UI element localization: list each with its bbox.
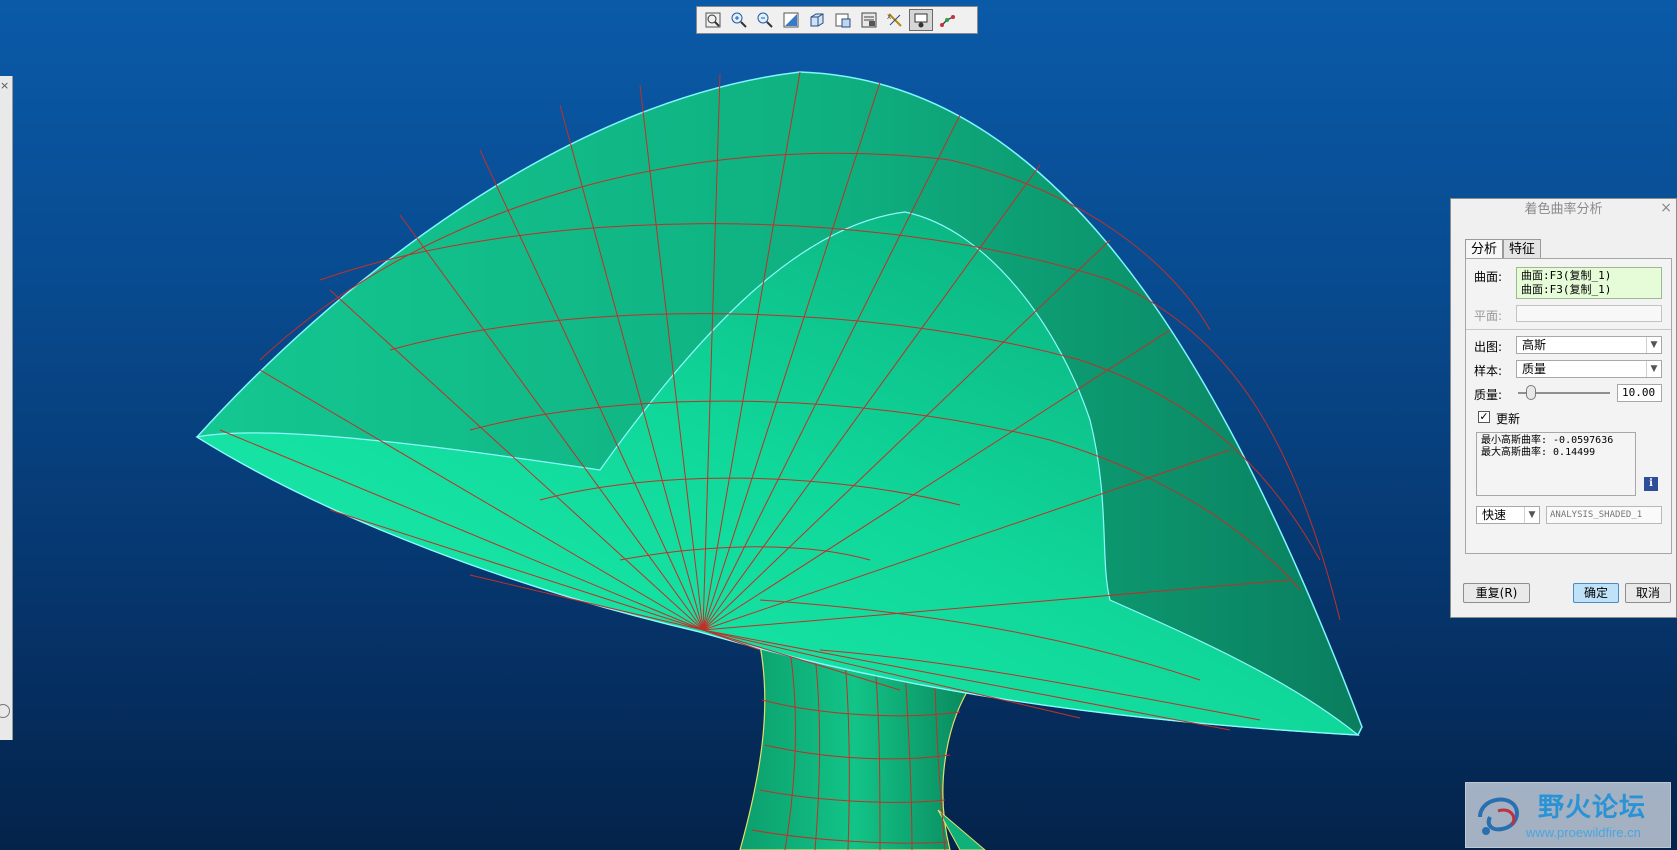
chevron-down-icon: ▼ bbox=[1646, 337, 1661, 353]
model-tree-panel-edge: × bbox=[0, 76, 13, 740]
max-gauss-curvature: 最大高斯曲率: 0.14499 bbox=[1481, 447, 1596, 458]
output-label: 出图: bbox=[1474, 340, 1503, 354]
quality-label: 质量: bbox=[1474, 388, 1503, 402]
speed-select[interactable]: 快速 ▼ bbox=[1476, 506, 1540, 524]
check-icon: ✓ bbox=[1479, 410, 1489, 423]
result-output: 最小高斯曲率: -0.0597636 最大高斯曲率: 0.14499 bbox=[1476, 432, 1636, 496]
zoom-out-icon bbox=[757, 12, 773, 28]
saved-views-button[interactable] bbox=[831, 9, 855, 31]
watermark-url: www.proewildfire.cn bbox=[1526, 825, 1641, 840]
refit-button[interactable] bbox=[701, 9, 725, 31]
plane-collector[interactable] bbox=[1516, 305, 1662, 322]
layers-button[interactable] bbox=[857, 9, 881, 31]
info-icon[interactable]: i bbox=[1644, 477, 1658, 491]
analysis-name-field[interactable]: ANALYSIS_SHADED_1 bbox=[1546, 506, 1662, 524]
spin-center-button[interactable] bbox=[935, 9, 959, 31]
view-orientation-icon bbox=[810, 13, 824, 27]
repaint-button[interactable] bbox=[779, 9, 803, 31]
display-style-icon bbox=[914, 13, 928, 28]
plane-label: 平面: bbox=[1474, 309, 1503, 323]
help-icon[interactable] bbox=[0, 704, 10, 718]
spin-center-icon bbox=[940, 15, 955, 27]
dialog-tabs: 分析 特征 bbox=[1465, 239, 1542, 259]
datum-display-icon: X bbox=[887, 13, 902, 27]
watermark-title: 野火论坛 bbox=[1538, 793, 1647, 823]
model-viewport[interactable] bbox=[0, 0, 1677, 850]
tab-body: 曲面: 曲面:F3(复制_1) 曲面:F3(复制_1) 平面: 出图: 高斯 ▼… bbox=[1465, 258, 1672, 554]
surface-reference: 曲面:F3(复制_1) bbox=[1521, 269, 1612, 282]
sample-label: 样本: bbox=[1474, 364, 1503, 378]
datum-display-button[interactable]: X bbox=[883, 9, 907, 31]
saved-views-icon bbox=[835, 13, 851, 28]
zoom-in-icon bbox=[731, 12, 747, 28]
zoom-in-button[interactable] bbox=[727, 9, 751, 31]
display-style-button[interactable] bbox=[909, 9, 933, 31]
update-label: 更新 bbox=[1496, 412, 1521, 426]
sample-select[interactable]: 质量 ▼ bbox=[1516, 360, 1662, 378]
repeat-button[interactable]: 重复(R) bbox=[1463, 583, 1530, 603]
chevron-down-icon: ▼ bbox=[1524, 507, 1539, 523]
dialog-title: 着色曲率分析 bbox=[1524, 202, 1603, 217]
tab-feature[interactable]: 特征 bbox=[1503, 239, 1542, 259]
output-value: 高斯 bbox=[1522, 338, 1547, 352]
speed-value: 快速 bbox=[1482, 508, 1507, 522]
sample-value: 质量 bbox=[1522, 362, 1547, 376]
close-icon[interactable]: × bbox=[1660, 200, 1672, 216]
svg-text:X: X bbox=[887, 14, 891, 21]
chevron-down-icon: ▼ bbox=[1646, 361, 1661, 377]
surface-reference: 曲面:F3(复制_1) bbox=[1521, 283, 1612, 296]
shaded-curvature-dialog: 着色曲率分析 × 分析 特征 曲面: 曲面:F3(复制_1) 曲面:F3(复制_… bbox=[1450, 198, 1677, 618]
view-orientation-button[interactable] bbox=[805, 9, 829, 31]
zoom-out-button[interactable] bbox=[753, 9, 777, 31]
tab-analysis[interactable]: 分析 bbox=[1465, 239, 1504, 259]
refit-icon bbox=[705, 12, 721, 28]
ok-button[interactable]: 确定 bbox=[1573, 583, 1619, 603]
cancel-button[interactable]: 取消 bbox=[1625, 583, 1671, 603]
forum-logo bbox=[1478, 797, 1519, 835]
surface-label: 曲面: bbox=[1474, 270, 1503, 284]
output-select[interactable]: 高斯 ▼ bbox=[1516, 336, 1662, 354]
forum-watermark: 野火论坛 www.proewildfire.cn bbox=[1465, 782, 1671, 848]
divider bbox=[1466, 329, 1671, 330]
view-toolbar: X bbox=[696, 6, 978, 34]
update-checkbox[interactable]: ✓ bbox=[1478, 411, 1490, 423]
quality-slider-thumb[interactable] bbox=[1526, 385, 1537, 400]
min-gauss-curvature: 最小高斯曲率: -0.0597636 bbox=[1481, 435, 1614, 446]
surface-collector[interactable]: 曲面:F3(复制_1) 曲面:F3(复制_1) bbox=[1516, 267, 1662, 299]
quality-input[interactable]: 10.00 bbox=[1617, 384, 1662, 402]
repaint-icon bbox=[783, 12, 799, 28]
layers-icon bbox=[861, 12, 877, 28]
close-icon[interactable]: × bbox=[0, 79, 9, 92]
